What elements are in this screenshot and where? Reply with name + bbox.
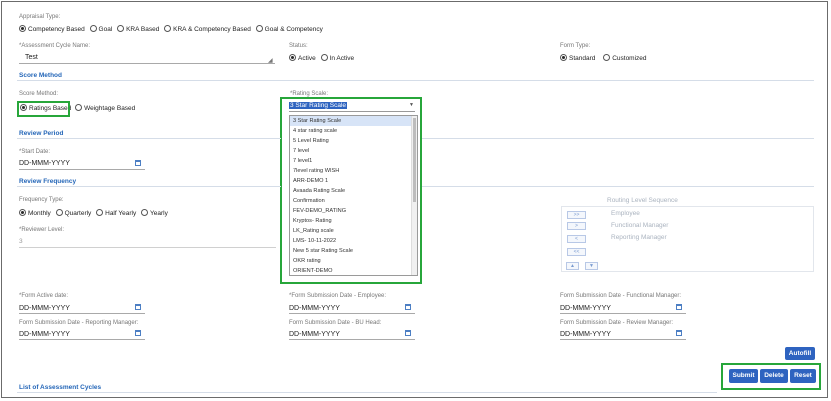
move-all-right-button[interactable]: >> xyxy=(567,211,586,219)
sub-buhead-label: Form Submission Date - BU Head: xyxy=(289,320,382,326)
frequency-monthly-radio[interactable]: Monthly xyxy=(19,209,51,217)
appraisal-goal-competency-radio[interactable]: Goal & Competency xyxy=(255,25,323,33)
move-right-button[interactable]: > xyxy=(567,222,586,230)
sub-functional-input[interactable]: DD-MMM-YYYY xyxy=(560,305,611,312)
calendar-icon[interactable] xyxy=(135,330,141,336)
section-divider xyxy=(17,80,814,81)
move-up-button[interactable]: ▲ xyxy=(566,262,579,270)
section-divider xyxy=(17,392,717,393)
sub-review-input[interactable]: DD-MMM-YYYY xyxy=(560,331,611,338)
sub-review-label: Form Submission Date - Review Manager: xyxy=(560,320,674,326)
form-type-label: Form Type: xyxy=(560,43,591,49)
section-score-method: Score Method xyxy=(19,72,62,79)
calendar-icon[interactable] xyxy=(405,304,411,310)
calendar-icon[interactable] xyxy=(676,330,682,336)
routing-item[interactable]: Employee xyxy=(611,210,640,217)
routing-item[interactable]: Functional Manager xyxy=(611,222,668,229)
form-type-standard-radio[interactable]: Standard xyxy=(560,54,595,62)
autofill-button[interactable]: Autofill xyxy=(785,347,815,360)
appraisal-kra-radio[interactable]: KRA Based xyxy=(117,25,159,33)
section-divider xyxy=(17,138,281,139)
move-left-button[interactable]: < xyxy=(567,235,586,243)
calendar-icon[interactable] xyxy=(676,304,682,310)
frequency-type-label: Frequency Type: xyxy=(19,197,64,203)
score-method-label: Score Method: xyxy=(19,91,59,97)
reviewer-level-underline xyxy=(19,247,276,248)
reviewer-level-label: *Reviewer Level: xyxy=(19,227,65,233)
start-date-underline xyxy=(19,169,145,170)
calendar-icon[interactable] xyxy=(135,160,141,166)
appraisal-type-label: Appraisal Type: xyxy=(19,14,61,20)
sub-functional-label: Form Submission Date - Functional Manage… xyxy=(560,293,682,299)
resize-grip-icon: ◢ xyxy=(268,58,273,64)
ratings-based-highlight xyxy=(17,101,70,117)
routing-panel xyxy=(561,206,814,272)
move-all-left-button[interactable]: << xyxy=(567,248,586,256)
sub-employee-label: *Form Submission Date - Employee: xyxy=(289,293,387,299)
calendar-icon[interactable] xyxy=(405,330,411,336)
form-active-date-input[interactable]: DD-MMM-YYYY xyxy=(19,305,70,312)
section-review-period: Review Period xyxy=(19,130,64,137)
status-label: Status: xyxy=(289,43,308,49)
section-review-frequency: Review Frequency xyxy=(19,178,77,185)
sub-employee-input[interactable]: DD-MMM-YYYY xyxy=(289,305,340,312)
date-underline xyxy=(560,339,686,340)
routing-item[interactable]: Reporting Manager xyxy=(611,234,667,241)
reviewer-level-value[interactable]: 3 xyxy=(19,238,23,245)
appraisal-type-group: Competency Based Goal KRA Based KRA & Co… xyxy=(19,25,326,33)
frequency-halfyearly-radio[interactable]: Half Yearly xyxy=(96,209,136,217)
score-weightage-radio[interactable]: Weightage Based xyxy=(75,104,135,112)
appraisal-goal-radio[interactable]: Goal xyxy=(89,25,112,33)
frequency-quarterly-radio[interactable]: Quarterly xyxy=(55,209,91,217)
frequency-group: Monthly Quarterly Half Yearly Yearly xyxy=(19,209,171,217)
section-divider xyxy=(17,186,281,187)
sub-buhead-input[interactable]: DD-MMM-YYYY xyxy=(289,331,340,338)
start-date-input[interactable]: DD-MMM-YYYY xyxy=(19,160,70,167)
section-divider xyxy=(422,138,814,139)
date-underline xyxy=(560,313,686,314)
appraisal-kra-competency-radio[interactable]: KRA & Competency Based xyxy=(164,25,251,33)
assessment-cycle-underline xyxy=(19,63,275,64)
date-underline xyxy=(289,313,415,314)
section-divider xyxy=(422,186,814,187)
assessment-cycle-label: *Assessment Cycle Name: xyxy=(19,43,91,49)
appraisal-competency-radio[interactable]: Competency Based xyxy=(19,25,85,33)
form-type-customized-radio[interactable]: Customized xyxy=(603,54,647,62)
date-underline xyxy=(289,339,415,340)
status-inactive-radio[interactable]: In Active xyxy=(320,54,354,62)
section-list-cycles: List of Assessment Cycles xyxy=(19,384,102,391)
sub-reporting-label: Form Submission Date - Reporting Manager… xyxy=(19,320,139,326)
assessment-cycle-input[interactable]: Test xyxy=(25,54,38,61)
form-type-group: Standard Customized xyxy=(560,54,650,62)
form-active-date-label: *Form Active date: xyxy=(19,293,69,299)
status-active-radio[interactable]: Active xyxy=(289,54,316,62)
calendar-icon[interactable] xyxy=(135,304,141,310)
chevron-up-icon: ▲ xyxy=(570,263,575,269)
sub-reporting-input[interactable]: DD-MMM-YYYY xyxy=(19,331,70,338)
chevron-down-icon: ▼ xyxy=(589,263,594,269)
frequency-yearly-radio[interactable]: Yearly xyxy=(141,209,168,217)
date-underline xyxy=(19,313,145,314)
rating-scale-highlight xyxy=(280,97,422,284)
status-group: Active In Active xyxy=(289,54,357,62)
action-buttons-highlight xyxy=(721,363,821,390)
date-underline xyxy=(19,339,145,340)
routing-title: Routing Level Sequence xyxy=(607,197,678,204)
start-date-label: *Start Date: xyxy=(19,149,51,155)
move-down-button[interactable]: ▼ xyxy=(585,262,598,270)
